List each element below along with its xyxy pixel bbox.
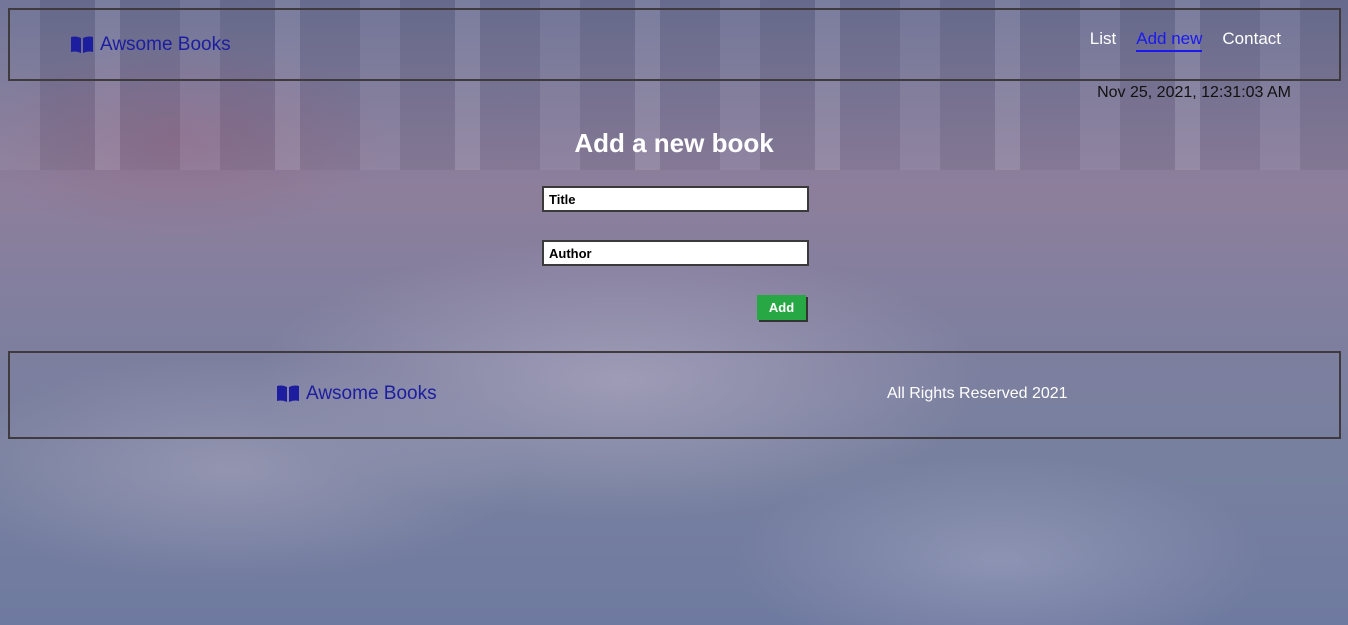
footer-brand-name: Awsome Books — [306, 383, 437, 404]
footer-logo[interactable]: Awsome Books — [276, 383, 437, 405]
nav-contact[interactable]: Contact — [1222, 29, 1281, 52]
main-nav: List Add new Contact — [1090, 29, 1281, 52]
add-button[interactable]: Add — [757, 295, 806, 320]
copyright-text: All Rights Reserved 2021 — [887, 385, 1068, 402]
nav-list[interactable]: List — [1090, 29, 1116, 52]
header-brand-name: Awsome Books — [100, 34, 231, 55]
book-open-icon — [277, 385, 299, 402]
site-header: Awsome Books List Add new Contact — [8, 8, 1341, 81]
site-footer: Awsome Books All Rights Reserved 2021 — [8, 351, 1341, 439]
header-logo[interactable]: Awsome Books — [70, 34, 231, 56]
page-title: Add a new book — [574, 128, 774, 158]
book-open-icon — [71, 36, 93, 53]
title-input[interactable] — [542, 186, 809, 212]
author-input[interactable] — [542, 240, 809, 266]
nav-add-new[interactable]: Add new — [1136, 29, 1203, 52]
current-datetime: Nov 25, 2021, 12:31:03 AM — [1097, 84, 1291, 101]
